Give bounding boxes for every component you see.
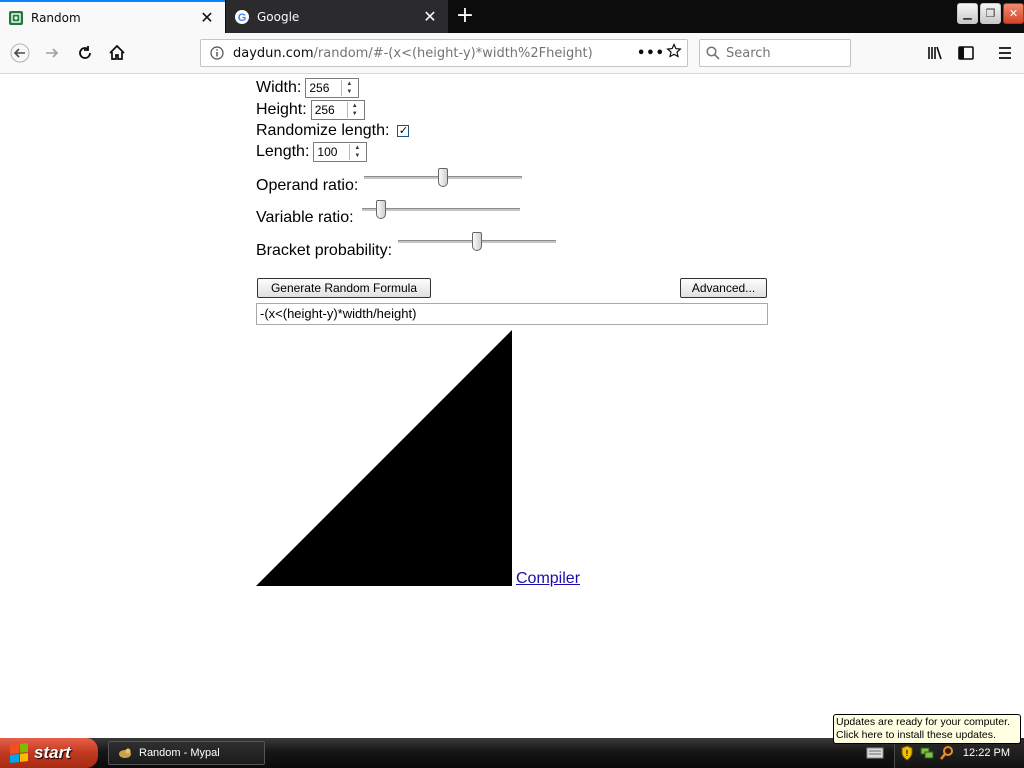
tab-title: Google: [257, 9, 300, 24]
height-stepper[interactable]: ▲ ▼: [346, 102, 362, 118]
width-row: Width: 256 ▲ ▼: [256, 78, 360, 98]
network-icon[interactable]: [919, 745, 935, 761]
taskbar-item-label: Random - Mypal: [139, 747, 220, 759]
minimize-icon[interactable]: ▁: [957, 3, 978, 24]
spin-down-icon[interactable]: ▼: [342, 88, 356, 96]
random-favicon-icon: [9, 10, 23, 25]
spin-up-icon[interactable]: ▲: [348, 102, 362, 110]
search-placeholder: Search: [726, 45, 771, 61]
back-arrow-icon[interactable]: [8, 41, 32, 65]
url-host: daydun.com: [233, 45, 314, 61]
variable-label: Variable ratio:: [256, 209, 354, 226]
randomize-checkbox[interactable]: ✓: [397, 125, 410, 137]
slider-thumb[interactable]: [472, 232, 482, 251]
randomize-label: Randomize length:: [256, 122, 390, 139]
width-stepper[interactable]: ▲ ▼: [341, 80, 356, 96]
bookmark-star-icon[interactable]: [661, 43, 687, 63]
page-content: Width: 256 ▲ ▼ Height: 256 ▲ ▼ Randomize l…: [0, 74, 1024, 738]
width-input[interactable]: 256 ▲ ▼: [305, 78, 360, 98]
mypal-app-icon: [117, 745, 133, 761]
balloon-line-1: Updates are ready for your computer.: [836, 716, 1010, 728]
formula-canvas: [256, 330, 512, 586]
reload-icon[interactable]: [73, 41, 97, 65]
restore-icon[interactable]: ❐: [980, 3, 1001, 24]
compiler-link[interactable]: Compiler: [516, 570, 580, 588]
update-notification-balloon[interactable]: Updates are ready for your computer. Cli…: [833, 714, 1021, 744]
operand-ratio-slider[interactable]: [364, 168, 522, 188]
slider-thumb[interactable]: [438, 168, 448, 187]
randomize-row: Randomize length: ✓: [256, 122, 410, 140]
variable-ratio-slider[interactable]: [362, 200, 520, 220]
spin-up-icon[interactable]: ▲: [342, 80, 356, 88]
site-info-icon[interactable]: [207, 43, 227, 63]
operand-label: Operand ratio:: [256, 177, 359, 194]
height-row: Height: 256 ▲ ▼: [256, 100, 365, 120]
spin-down-icon[interactable]: ▼: [348, 110, 362, 118]
svg-text:G: G: [238, 12, 247, 23]
search-icon: [700, 46, 726, 60]
url-path: /random/#-(x<(height-y)*width%2Fheight): [313, 45, 593, 61]
sidebar-icon[interactable]: [954, 41, 978, 65]
keyboard-icon[interactable]: [866, 746, 884, 760]
hamburger-menu-icon[interactable]: [993, 41, 1017, 65]
advanced-button[interactable]: Advanced...: [680, 278, 767, 298]
spin-up-icon[interactable]: ▲: [350, 144, 364, 152]
window-controls: ▁ ❐ ✕: [957, 3, 1024, 24]
tab-random[interactable]: Random ✕: [0, 0, 225, 33]
height-label: Height:: [256, 101, 307, 118]
taskbar-item-mypal[interactable]: Random - Mypal: [108, 741, 265, 765]
google-favicon-icon: G: [235, 9, 249, 24]
tab-title: Random: [31, 10, 81, 25]
height-value: 256: [314, 103, 335, 117]
variable-row: Variable ratio:: [256, 209, 354, 227]
width-value: 256: [309, 81, 330, 95]
length-value: 100: [317, 145, 338, 159]
security-shield-icon[interactable]: !: [899, 745, 915, 761]
forward-arrow-icon[interactable]: [40, 41, 64, 65]
start-label: start: [34, 743, 71, 762]
library-icon[interactable]: [923, 41, 947, 65]
length-row: Length: 100 ▲ ▼: [256, 142, 368, 162]
tab-google[interactable]: G Google ✕: [226, 0, 448, 33]
formula-input[interactable]: -(x<(height-y)*width/height): [256, 303, 768, 325]
close-tab-icon[interactable]: ✕: [195, 8, 219, 27]
navigation-bar: daydun.com/random/#-(x<(height-y)*width%…: [0, 33, 1024, 74]
close-tab-icon[interactable]: ✕: [418, 7, 442, 26]
length-input[interactable]: 100 ▲ ▼: [313, 142, 368, 162]
search-tray-icon[interactable]: [939, 745, 955, 761]
height-input[interactable]: 256 ▲ ▼: [310, 100, 365, 120]
bracket-label: Bracket probability:: [256, 242, 393, 259]
spin-down-icon[interactable]: ▼: [350, 152, 364, 160]
operand-row: Operand ratio:: [256, 177, 358, 195]
bracket-probability-slider[interactable]: [398, 232, 556, 252]
search-bar[interactable]: Search: [699, 39, 851, 67]
slider-thumb[interactable]: [375, 200, 386, 219]
generate-formula-button[interactable]: Generate Random Formula: [257, 278, 431, 298]
bracket-row: Bracket probability:: [256, 242, 392, 260]
windows-flag-icon: [10, 743, 28, 763]
page-actions-icon[interactable]: •••: [637, 46, 664, 61]
clock: 12:22 PM: [962, 747, 1010, 759]
url-text[interactable]: daydun.com/random/#-(x<(height-y)*width%…: [233, 46, 637, 61]
balloon-line-2: Click here to install these updates.: [836, 729, 996, 741]
address-bar[interactable]: daydun.com/random/#-(x<(height-y)*width%…: [200, 39, 688, 67]
svg-text:!: !: [906, 749, 909, 758]
tab-bar: Random ✕ G Google ✕ + ▁ ❐ ✕: [0, 0, 1024, 33]
length-label: Length:: [256, 143, 310, 160]
start-button[interactable]: start: [0, 738, 98, 768]
width-label: Width:: [256, 79, 302, 96]
length-stepper[interactable]: ▲ ▼: [349, 144, 364, 160]
close-window-icon[interactable]: ✕: [1003, 3, 1024, 24]
home-icon[interactable]: [105, 41, 129, 65]
new-tab-icon[interactable]: +: [452, 4, 478, 30]
